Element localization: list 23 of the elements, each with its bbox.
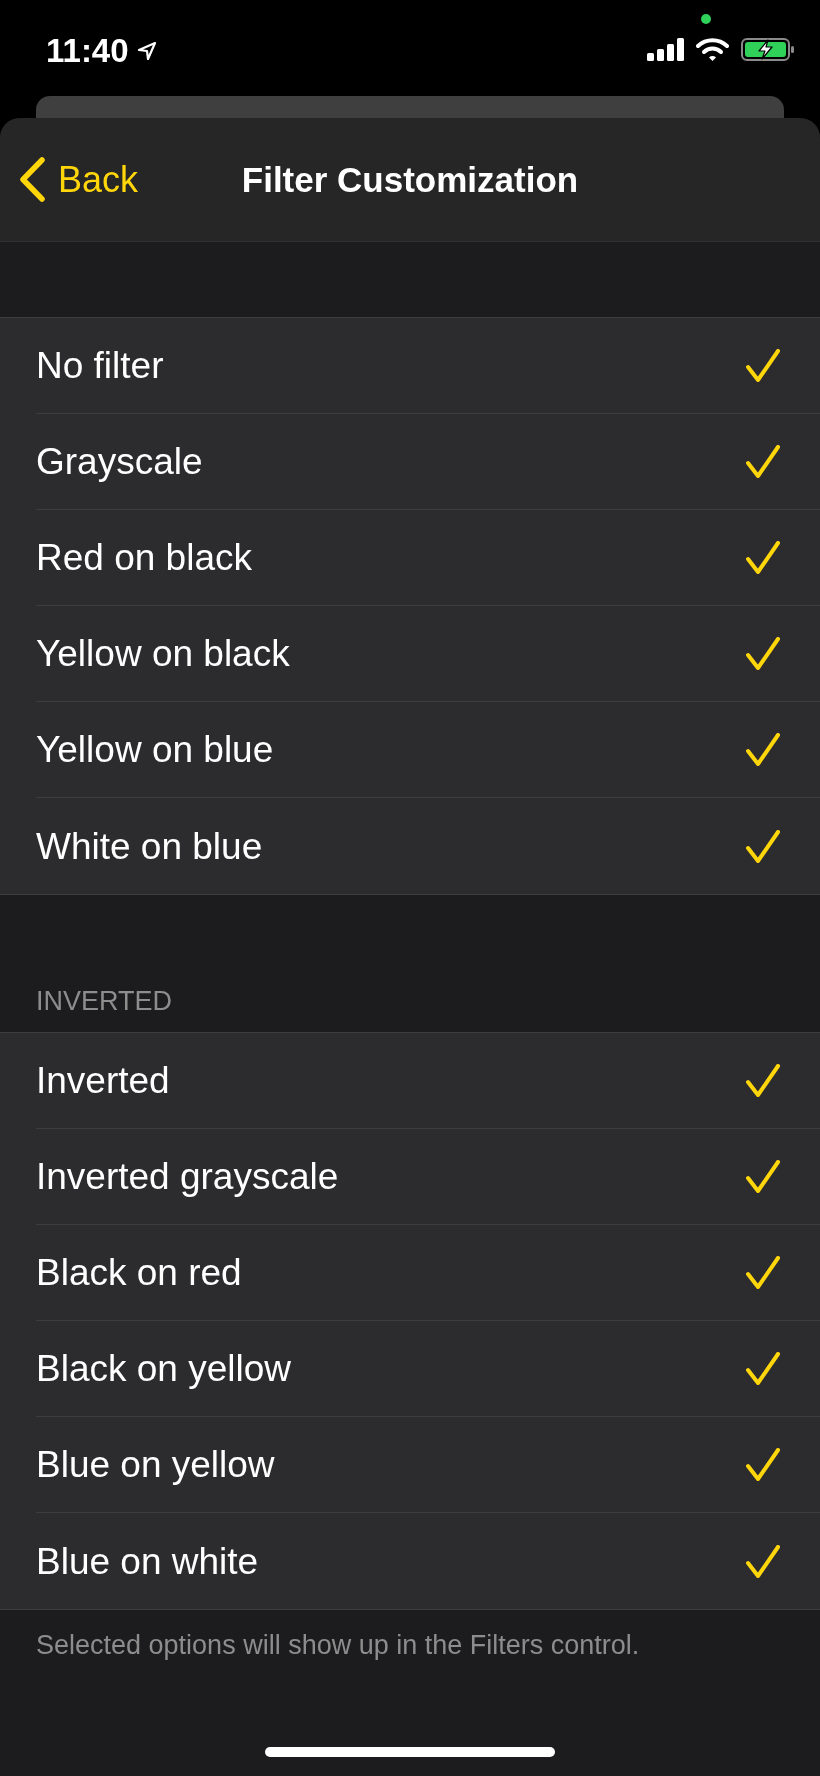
filter-option[interactable]: Inverted grayscale <box>0 1129 820 1225</box>
location-arrow-icon <box>136 41 157 61</box>
nav-title: Filter Customization <box>241 162 579 197</box>
filter-option[interactable]: Blue on yellow <box>0 1417 820 1513</box>
filter-option[interactable]: White on blue <box>0 798 820 894</box>
filter-option[interactable]: Yellow on black <box>0 606 820 702</box>
chevron-left-icon <box>19 157 46 202</box>
status-dot-icon <box>701 14 711 24</box>
battery-charging-icon <box>741 38 795 61</box>
filter-option[interactable]: Black on red <box>0 1225 820 1321</box>
section-footer: Selected options will show up in the Filters control. <box>36 1630 640 1660</box>
filter-option[interactable]: Blue on white <box>0 1513 820 1609</box>
filter-option[interactable]: Grayscale <box>0 414 820 510</box>
signal-icon <box>647 38 684 61</box>
filter-option[interactable]: No filter <box>0 318 820 414</box>
wifi-icon <box>696 38 729 61</box>
filter-option[interactable]: Black on yellow <box>0 1321 820 1417</box>
section-header: INVERTED <box>36 985 173 1017</box>
status-time: 11:40 <box>46 33 129 69</box>
back-button[interactable]: Back <box>0 157 139 202</box>
filter-option[interactable]: Inverted <box>0 1033 820 1129</box>
filter-option[interactable]: Red on black <box>0 510 820 606</box>
filter-option[interactable]: Yellow on blue <box>0 702 820 798</box>
